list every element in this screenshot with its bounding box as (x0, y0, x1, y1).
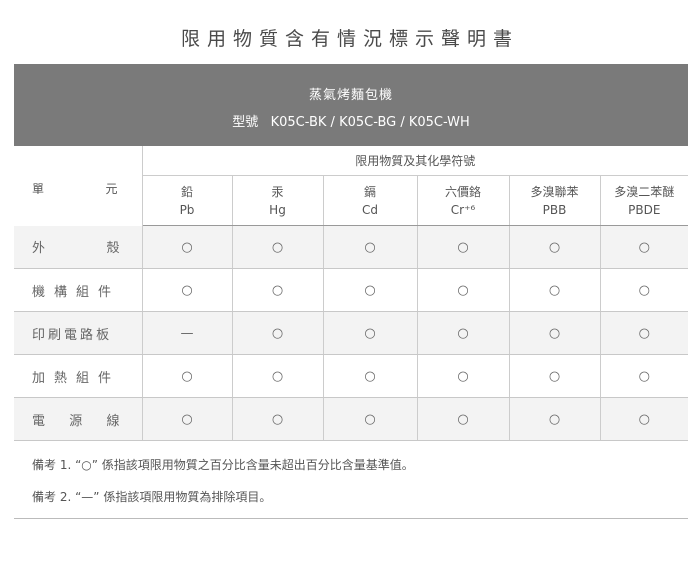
substance-name: 多溴二苯醚 (614, 184, 675, 199)
value-cell: ○ (416, 225, 509, 269)
value-cell: ○ (322, 397, 417, 441)
unit-cell: 電源線 (14, 397, 142, 441)
unit-char: 機 (32, 284, 46, 300)
unit-cell: 機構組件 (14, 268, 142, 312)
substance-symbol: Cd (362, 202, 378, 217)
value-cell: ○ (416, 397, 509, 441)
value-cell: ○ (231, 225, 323, 269)
unit-header: 單 元 (14, 146, 143, 226)
table-body: 外殼 ○ ○ ○ ○ ○ ○ 機構組件 ○ ○ ○ ○ ○ ○ 印刷電路板 — ○ ○ ○ ○ ○ 加熱組件 ○ ○ ○ ○ ○ ○ 電… (14, 225, 689, 441)
model-value: K05C-BK / K05C-BG / K05C-WH (270, 115, 470, 130)
unit-char: 線 (106, 413, 120, 429)
value-cell: ○ (322, 268, 417, 312)
substance-name: 六價鉻 (444, 184, 481, 199)
unit-char: 件 (98, 370, 112, 386)
unit-char: 件 (98, 284, 112, 300)
unit-char: 刷 (48, 327, 62, 343)
unit-char: 組 (76, 370, 90, 386)
substance-symbol: Pb (179, 202, 195, 217)
unit-char: 構 (54, 284, 68, 300)
unit-cell: 加熱組件 (14, 354, 142, 398)
value-cell: ○ (599, 268, 689, 312)
value-cell: ○ (599, 397, 689, 441)
product-name: 蒸氣烤麵包機 (308, 88, 393, 103)
value-cell: ○ (416, 268, 509, 312)
substance-header-cell: 鎘 Cd (322, 175, 417, 226)
value-cell: — (141, 311, 232, 355)
substance-header-cell: 汞 Hg (231, 175, 323, 226)
unit-char: 板 (96, 327, 110, 343)
value-cell: ○ (416, 354, 509, 398)
note-1: 備考 1. “○” 係指該項限用物質之百分比含量未超出百分比含量基準值。 (32, 458, 414, 472)
value-cell: ○ (231, 268, 323, 312)
substance-symbol: Hg (269, 202, 286, 217)
substance-name: 鉛 (180, 184, 193, 199)
notes: 備考 1. “○” 係指該項限用物質之百分比含量未超出百分比含量基準值。 備考 … (14, 444, 688, 519)
table-row: 機構組件 ○ ○ ○ ○ ○ ○ (14, 268, 689, 312)
substance-name: 汞 (271, 184, 284, 199)
substance-symbol: PBDE (628, 202, 661, 217)
unit-char: 加 (32, 370, 46, 386)
model-label: 型號 (232, 115, 259, 130)
unit-char: 電 (64, 327, 78, 343)
value-cell: ○ (141, 225, 232, 269)
value-cell: ○ (599, 311, 689, 355)
unit-char: 源 (69, 413, 83, 429)
value-cell: ○ (508, 225, 600, 269)
unit-cell: 印刷電路板 (14, 311, 142, 355)
product-banner: 蒸氣烤麵包機 型號 K05C-BK / K05C-BG / K05C-WH (14, 64, 688, 146)
substance-table: 單 元 限用物質及其化學符號 鉛 Pb 汞 Hg 鎘 Cd 六價鉻 Cr⁺⁶ 多溴聯苯 PBB 多溴… (14, 146, 689, 441)
unit-char: 印 (32, 327, 46, 343)
value-cell: ○ (322, 354, 417, 398)
substance-header-cell: 多溴二苯醚 PBDE (599, 175, 689, 226)
page-title: 限用物質含有情況標示聲明書 (180, 28, 519, 50)
unit-char: 外 (32, 241, 46, 257)
substance-header-cell: 多溴聯苯 PBB (508, 175, 600, 226)
substance-header-cell: 六價鉻 Cr⁺⁶ (416, 175, 509, 226)
unit-char: 組 (76, 284, 90, 300)
value-cell: ○ (599, 354, 689, 398)
unit-cell: 外殼 (14, 225, 142, 269)
substance-symbol: PBB (542, 202, 567, 217)
value-cell: ○ (141, 397, 232, 441)
table-row: 電源線 ○ ○ ○ ○ ○ ○ (14, 397, 689, 441)
substance-symbol: Cr⁺⁶ (450, 202, 476, 217)
unit-char: 電 (32, 413, 46, 429)
unit-char: 熱 (54, 370, 68, 386)
value-cell: ○ (141, 354, 232, 398)
table-row: 外殼 ○ ○ ○ ○ ○ ○ (14, 225, 689, 269)
value-cell: ○ (416, 311, 509, 355)
table-row: 印刷電路板 — ○ ○ ○ ○ ○ (14, 311, 689, 355)
note-2: 備考 2. “—” 係指該項限用物質為排除項目。 (32, 490, 272, 504)
table-row: 加熱組件 ○ ○ ○ ○ ○ ○ (14, 354, 689, 398)
model-line: 型號 K05C-BK / K05C-BG / K05C-WH (14, 111, 688, 130)
substance-group-header: 限用物質及其化學符號 (142, 146, 689, 176)
value-cell: ○ (508, 311, 600, 355)
value-cell: ○ (141, 268, 232, 312)
value-cell: ○ (231, 311, 323, 355)
value-cell: ○ (508, 354, 600, 398)
substance-name: 多溴聯苯 (530, 184, 579, 199)
value-cell: ○ (322, 225, 417, 269)
value-cell: ○ (599, 225, 689, 269)
value-cell: ○ (508, 397, 600, 441)
unit-char: 路 (80, 327, 94, 343)
value-cell: ○ (322, 311, 417, 355)
substance-name: 鎘 (363, 184, 376, 199)
value-cell: ○ (508, 268, 600, 312)
substance-header-cell: 鉛 Pb (142, 175, 232, 226)
unit-char: 殼 (106, 241, 120, 257)
value-cell: ○ (231, 397, 323, 441)
value-cell: ○ (231, 354, 323, 398)
